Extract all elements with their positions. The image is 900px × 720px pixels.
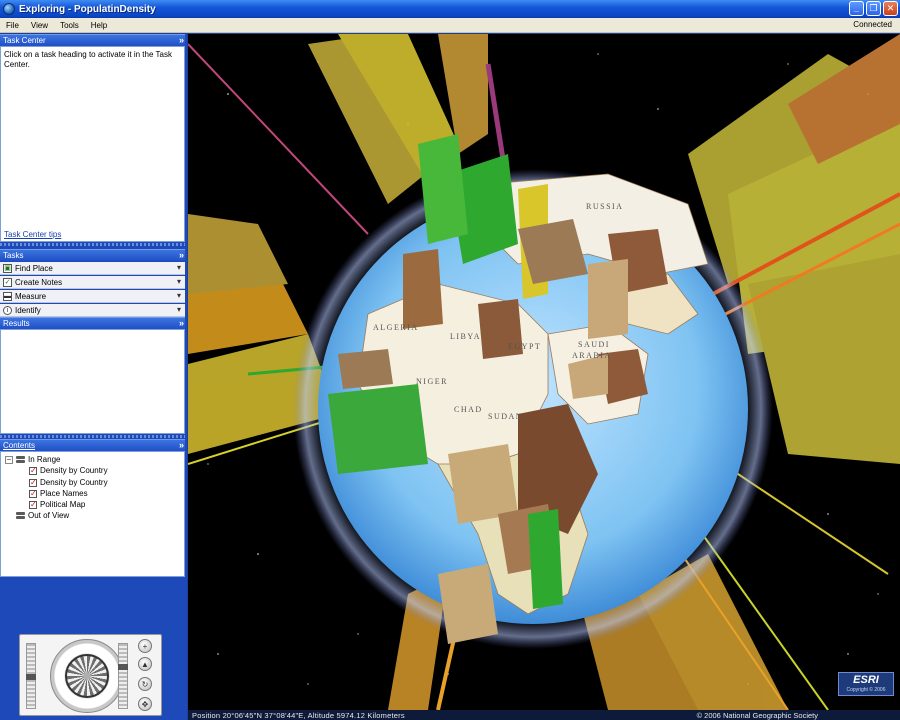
- close-button[interactable]: ✕: [883, 1, 898, 16]
- tasks-header[interactable]: Tasks »: [0, 249, 185, 261]
- layer-density-2[interactable]: ✓ Density by Country: [29, 477, 108, 488]
- dropdown-arrow-icon[interactable]: ▾: [177, 291, 181, 300]
- position-readout: Position 20°06'45"N 37°08'44"E, Altitude…: [192, 710, 405, 720]
- splitter-handle[interactable]: [0, 435, 185, 438]
- dropdown-arrow-icon[interactable]: ▾: [177, 263, 181, 272]
- globe-scene[interactable]: RUSSIA SAUDI ARABIA NIGER CHAD SUDAN ALG…: [188, 34, 900, 710]
- zoom-in-icon[interactable]: +: [138, 639, 152, 653]
- rotate-icon[interactable]: ↻: [138, 677, 152, 691]
- task-label: Find Place: [15, 263, 53, 273]
- notes-icon: ✓: [3, 277, 12, 287]
- tilt-slider[interactable]: [26, 643, 36, 709]
- navigation-panel: + ▲ ↻ ✥: [0, 582, 187, 720]
- zoom-slider[interactable]: [118, 643, 128, 709]
- connection-status: Connected: [853, 20, 892, 29]
- contents-panel: − In Range ✓ Density by Country ✓ Densit…: [0, 451, 185, 577]
- slider-thumb[interactable]: [26, 674, 36, 680]
- layer-place-names[interactable]: ✓ Place Names: [29, 488, 88, 499]
- globe-app-icon: [3, 3, 15, 15]
- task-label: Measure: [15, 291, 47, 301]
- label-libya: LIBYA: [450, 332, 481, 341]
- menu-tools[interactable]: Tools: [54, 21, 85, 30]
- task-create-notes[interactable]: ✓ Create Notes ▾: [0, 276, 185, 289]
- tasks-title: Tasks: [3, 251, 24, 260]
- contents-title: Contents: [3, 441, 36, 450]
- splitter-handle[interactable]: [0, 243, 185, 246]
- identify-icon: i: [3, 305, 12, 315]
- task-measure[interactable]: ▬ Measure ▾: [0, 290, 185, 303]
- collapse-chevron-icon[interactable]: »: [179, 35, 184, 45]
- window-title: Exploring - PopulatinDensity: [19, 3, 156, 15]
- copyright-text: © 2006 National Geographic Society: [696, 711, 818, 720]
- layer-checkbox[interactable]: ✓: [29, 500, 37, 509]
- logo-copyright: Copyright © 2006: [846, 687, 886, 693]
- tree-group-out-of-view[interactable]: Out of View: [16, 510, 69, 521]
- label-egypt: EGYPT: [508, 342, 541, 351]
- layer-label: Density by Country: [40, 478, 108, 487]
- label-arabia: ARABIA: [572, 351, 612, 360]
- layer-checkbox[interactable]: ✓: [29, 478, 37, 487]
- measure-icon: ▬: [3, 291, 12, 301]
- title-bar: Exploring - PopulatinDensity _ ❐ ✕: [0, 0, 900, 18]
- label-algeria: ALGERIA: [373, 323, 419, 332]
- collapse-chevron-icon[interactable]: »: [179, 318, 184, 328]
- menu-file[interactable]: File: [0, 21, 25, 30]
- label-niger: NIGER: [416, 377, 448, 386]
- menu-bar: File View Tools Help Connected: [0, 18, 900, 33]
- layer-label: Density by Country: [40, 466, 108, 475]
- status-bar: Position 20°06'45"N 37°08'44"E, Altitude…: [188, 710, 900, 720]
- maximize-button[interactable]: ❐: [866, 1, 881, 16]
- layer-label: Place Names: [40, 489, 88, 498]
- navigation-control: + ▲ ↻ ✥: [19, 634, 162, 716]
- group-label: Out of View: [28, 511, 70, 520]
- task-label: Create Notes: [15, 277, 63, 287]
- compass-grid-icon[interactable]: [65, 654, 109, 698]
- task-center-header[interactable]: Task Center »: [0, 34, 185, 46]
- results-panel: [0, 329, 185, 434]
- contents-header[interactable]: Contents »: [0, 439, 185, 451]
- task-center-title: Task Center: [3, 36, 46, 45]
- layers-icon: [16, 455, 25, 464]
- group-label: In Range: [28, 455, 61, 464]
- collapse-expander-icon[interactable]: −: [5, 455, 13, 464]
- task-center-panel: Click on a task heading to activate it i…: [0, 46, 185, 242]
- layer-checkbox[interactable]: ✓: [29, 489, 37, 498]
- north-up-icon[interactable]: ▲: [138, 657, 152, 671]
- task-find-place[interactable]: ▣ Find Place ▾: [0, 262, 185, 275]
- task-center-text: Click on a task heading to activate it i…: [4, 50, 172, 69]
- task-label: Identify: [15, 305, 41, 315]
- pan-icon[interactable]: ✥: [138, 697, 152, 711]
- results-header[interactable]: Results »: [0, 317, 185, 329]
- layer-density-1[interactable]: ✓ Density by Country: [29, 465, 108, 476]
- menu-help[interactable]: Help: [85, 21, 113, 30]
- collapse-chevron-icon[interactable]: »: [179, 250, 184, 260]
- compass-rose-icon[interactable]: [50, 639, 124, 713]
- label-chad: CHAD: [454, 405, 483, 414]
- menu-view[interactable]: View: [25, 21, 54, 30]
- find-place-icon: ▣: [3, 263, 12, 273]
- dropdown-arrow-icon[interactable]: ▾: [177, 277, 181, 286]
- label-sudan: SUDAN: [488, 412, 523, 421]
- task-center-tips-link[interactable]: Task Center tips: [4, 230, 61, 239]
- layers-icon: [16, 511, 25, 520]
- collapse-chevron-icon[interactable]: »: [179, 440, 184, 450]
- layer-label: Political Map: [40, 500, 86, 509]
- tree-group-in-range[interactable]: − In Range: [5, 454, 60, 465]
- task-identify[interactable]: i Identify ▾: [0, 304, 185, 317]
- minimize-button[interactable]: _: [849, 1, 864, 16]
- layer-political-map[interactable]: ✓ Political Map: [29, 499, 85, 510]
- esri-logo: ESRI Copyright © 2006: [838, 672, 894, 696]
- slider-thumb[interactable]: [118, 664, 128, 670]
- label-saudi: SAUDI: [578, 340, 610, 349]
- label-russia: RUSSIA: [586, 202, 623, 211]
- dropdown-arrow-icon[interactable]: ▾: [177, 305, 181, 314]
- logo-name: ESRI: [853, 674, 879, 686]
- globe-viewport[interactable]: RUSSIA SAUDI ARABIA NIGER CHAD SUDAN ALG…: [188, 34, 900, 710]
- layer-checkbox[interactable]: ✓: [29, 466, 37, 475]
- results-title: Results: [3, 319, 30, 328]
